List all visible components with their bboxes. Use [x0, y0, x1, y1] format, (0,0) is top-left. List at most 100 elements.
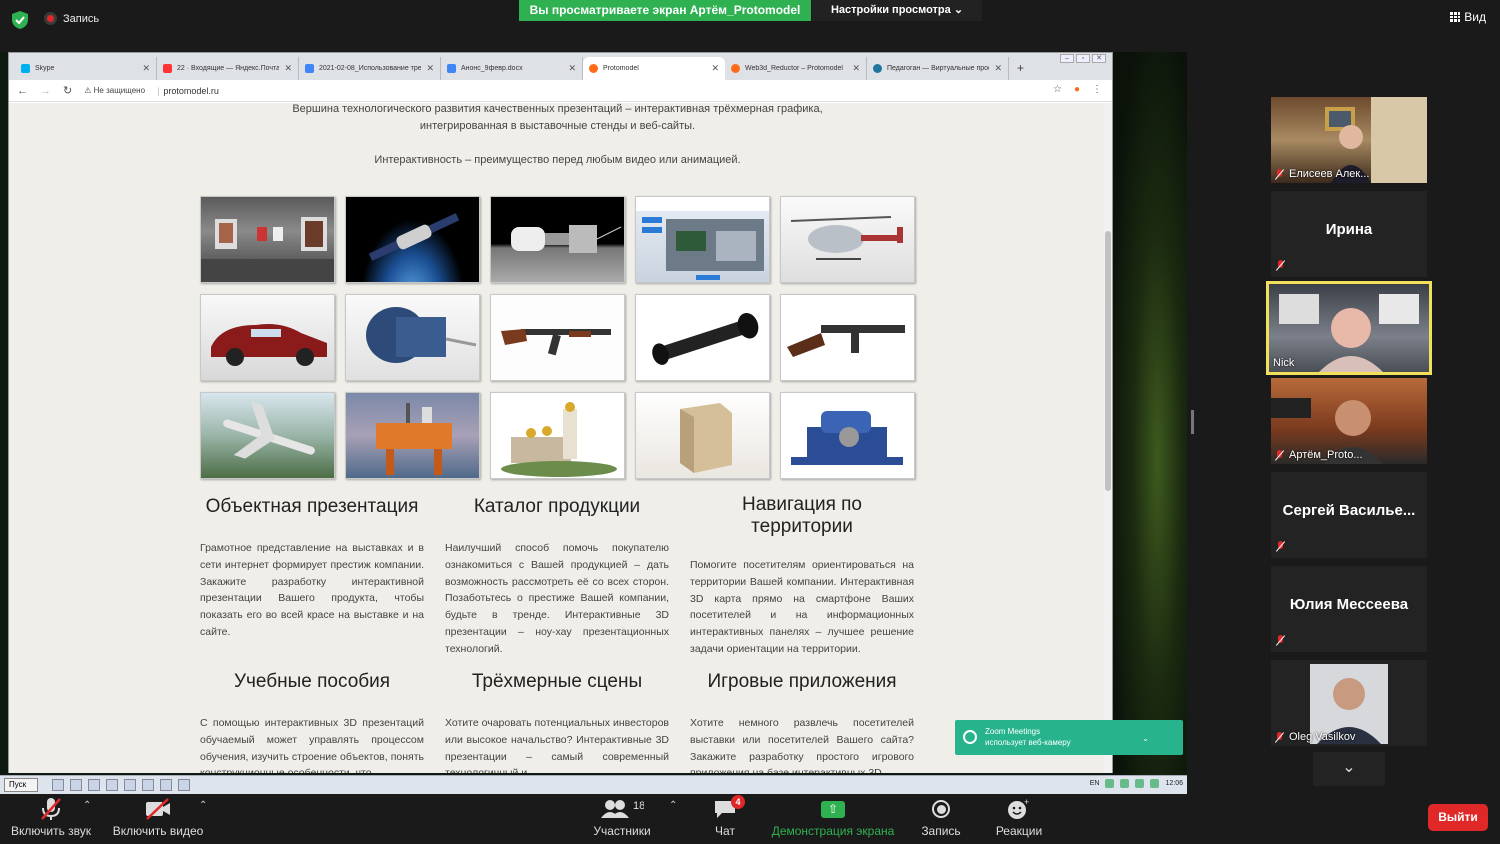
scroll-thumb[interactable] — [1105, 231, 1111, 491]
browser-tab[interactable]: Web3d_Reductor – Protomodel ✕ — [725, 57, 867, 80]
participant-tile[interactable]: Ирина — [1271, 191, 1427, 277]
participant-tile[interactable]: Юлия Мессеева — [1271, 566, 1427, 652]
section-title: Объектная презентация — [205, 496, 419, 517]
maximize-icon[interactable]: ▫ — [1076, 54, 1090, 63]
close-tab-icon[interactable]: ✕ — [711, 63, 719, 74]
app-icon[interactable] — [88, 779, 100, 791]
close-tab-icon[interactable]: ✕ — [852, 63, 860, 74]
panel-resize-handle[interactable] — [1191, 410, 1194, 434]
participant-label: Nick — [1273, 357, 1294, 369]
start-video-button[interactable]: Включить видео — [110, 794, 206, 844]
browser-tab[interactable]: 22 · Входящие — Яндекс.Почта ✕ — [157, 57, 299, 80]
app-icon[interactable] — [178, 779, 190, 791]
mic-muted-icon — [1276, 541, 1285, 552]
chevron-down-icon[interactable]: ⌄ — [1142, 733, 1149, 744]
close-tab-icon[interactable]: ✕ — [994, 63, 1002, 74]
app-icon[interactable] — [52, 779, 64, 791]
section-product-catalog: Каталог продукции Наилучший способ помоч… — [445, 496, 669, 658]
thumb-car[interactable] — [200, 294, 335, 381]
section-3d-scenes: Трёхмерные сцены Хотите очаровать потенц… — [445, 671, 669, 773]
reload-icon[interactable]: ↻ — [63, 84, 72, 97]
thumb-gearbox[interactable] — [780, 392, 915, 479]
leave-button[interactable]: Выйти — [1428, 804, 1488, 831]
bookmark-star-icon[interactable]: ☆ — [1053, 84, 1062, 95]
participant-tile[interactable]: Артём_Proto... — [1271, 378, 1427, 464]
record-label: Запись — [921, 824, 961, 838]
menu-icon[interactable]: ⋮ — [1092, 84, 1102, 95]
thumb-exhibition-stand[interactable] — [635, 196, 770, 283]
zoom-webcam-toast[interactable]: Zoom Meetings использует веб-камеру ⌄ — [955, 720, 1183, 755]
unmute-button[interactable]: Включить звук — [8, 794, 94, 844]
browser-tab[interactable]: 2021-02-08_Использование трех ✕ — [299, 57, 441, 80]
participant-tile[interactable]: Сергей Василье... — [1271, 472, 1427, 558]
tab-title: 22 · Входящие — Яндекс.Почта — [177, 65, 280, 72]
airplane-icon — [223, 401, 315, 459]
browser-tab[interactable]: Анонс_9февр.docx ✕ — [441, 57, 583, 80]
thumb-motor[interactable] — [345, 294, 480, 381]
thumb-airplane[interactable] — [200, 392, 335, 479]
tab-title: Анонс_9февр.docx — [461, 65, 523, 72]
participants-button[interactable]: 18 Участники — [588, 794, 656, 844]
address-bar: ← → ↻ ⚠ Не защищено | protomodel.ru ☆ ● … — [9, 80, 1112, 102]
new-tab-button[interactable]: + — [1009, 57, 1032, 80]
thumb-church[interactable] — [490, 392, 625, 479]
participants-options-caret[interactable]: ⌃ — [669, 800, 677, 811]
audio-options-caret[interactable]: ⌃ — [83, 800, 91, 811]
record-button[interactable]: Запись — [915, 794, 967, 844]
extension-icon[interactable]: ● — [1074, 84, 1080, 95]
back-icon[interactable]: ← — [17, 85, 28, 97]
thumb-oil-platform[interactable] — [345, 392, 480, 479]
gallery-next-page-button[interactable]: ⌄ — [1313, 752, 1385, 786]
close-window-icon[interactable]: ✕ — [1092, 54, 1106, 63]
thumb-helicopter[interactable] — [780, 196, 915, 283]
protomodel-icon — [589, 64, 598, 73]
page-scrollbar[interactable] — [1104, 103, 1112, 773]
view-button[interactable]: Вид — [1450, 10, 1486, 24]
participants-icon: 18 — [588, 794, 656, 824]
thumb-cabinet[interactable] — [635, 392, 770, 479]
browser-tab[interactable]: Skype ✕ — [15, 57, 157, 80]
tray-icon[interactable] — [1135, 779, 1145, 788]
close-tab-icon[interactable]: ✕ — [284, 63, 292, 74]
mic-muted-icon — [1275, 449, 1284, 461]
tray-icon[interactable] — [1150, 779, 1160, 788]
close-tab-icon[interactable]: ✕ — [568, 63, 576, 74]
participant-tile[interactable]: Елисеев Алек... — [1271, 97, 1427, 183]
participant-tile-active-speaker[interactable]: Nick — [1266, 281, 1432, 375]
participant-label: Артём_Proto... — [1275, 449, 1363, 461]
clock[interactable]: 12:06 — [1165, 780, 1183, 787]
tray-icon[interactable] — [1120, 779, 1130, 788]
close-tab-icon[interactable]: ✕ — [426, 63, 434, 74]
security-warning[interactable]: ⚠ Не защищено — [84, 86, 145, 95]
app-icon[interactable] — [124, 779, 136, 791]
shield-icon[interactable] — [12, 11, 28, 29]
tray-icon[interactable] — [1105, 779, 1115, 788]
thumb-scope[interactable] — [635, 294, 770, 381]
recording-indicator[interactable]: Запись — [44, 12, 99, 25]
view-options-button[interactable]: Настройки просмотра ⌄ — [812, 0, 982, 21]
browser-tab[interactable]: Педагоган — Виртуальные прое ✕ — [867, 57, 1009, 80]
reactions-button[interactable]: + Реакции — [992, 794, 1046, 844]
app-icon[interactable] — [106, 779, 118, 791]
app-icon[interactable] — [160, 779, 172, 791]
url-field[interactable]: protomodel.ru — [163, 86, 219, 96]
minimize-icon[interactable]: – — [1060, 54, 1074, 63]
app-icon[interactable] — [142, 779, 154, 791]
thumb-gallery-hall[interactable] — [200, 196, 335, 283]
language-indicator[interactable]: EN — [1090, 780, 1100, 787]
browser-tab-active[interactable]: Protomodel ✕ — [583, 57, 725, 80]
thumb-smg[interactable] — [780, 294, 915, 381]
close-tab-icon[interactable]: ✕ — [142, 63, 150, 74]
chat-button[interactable]: 4 Чат — [703, 794, 747, 844]
section-text: Грамотное представление на выставках и в… — [200, 542, 424, 638]
participant-tile[interactable]: Oleg Vasilkov — [1271, 660, 1427, 746]
forward-icon[interactable]: → — [40, 85, 51, 97]
thumb-space-station[interactable] — [345, 196, 480, 283]
share-screen-button[interactable]: ⇧ Демонстрация экрана — [768, 794, 898, 844]
thumb-rifle[interactable] — [490, 294, 625, 381]
start-button[interactable]: Пуск — [4, 778, 38, 792]
motor-icon — [366, 307, 477, 363]
video-options-caret[interactable]: ⌃ — [199, 800, 207, 811]
thumb-lunar-module[interactable] — [490, 196, 625, 283]
app-icon[interactable] — [70, 779, 82, 791]
